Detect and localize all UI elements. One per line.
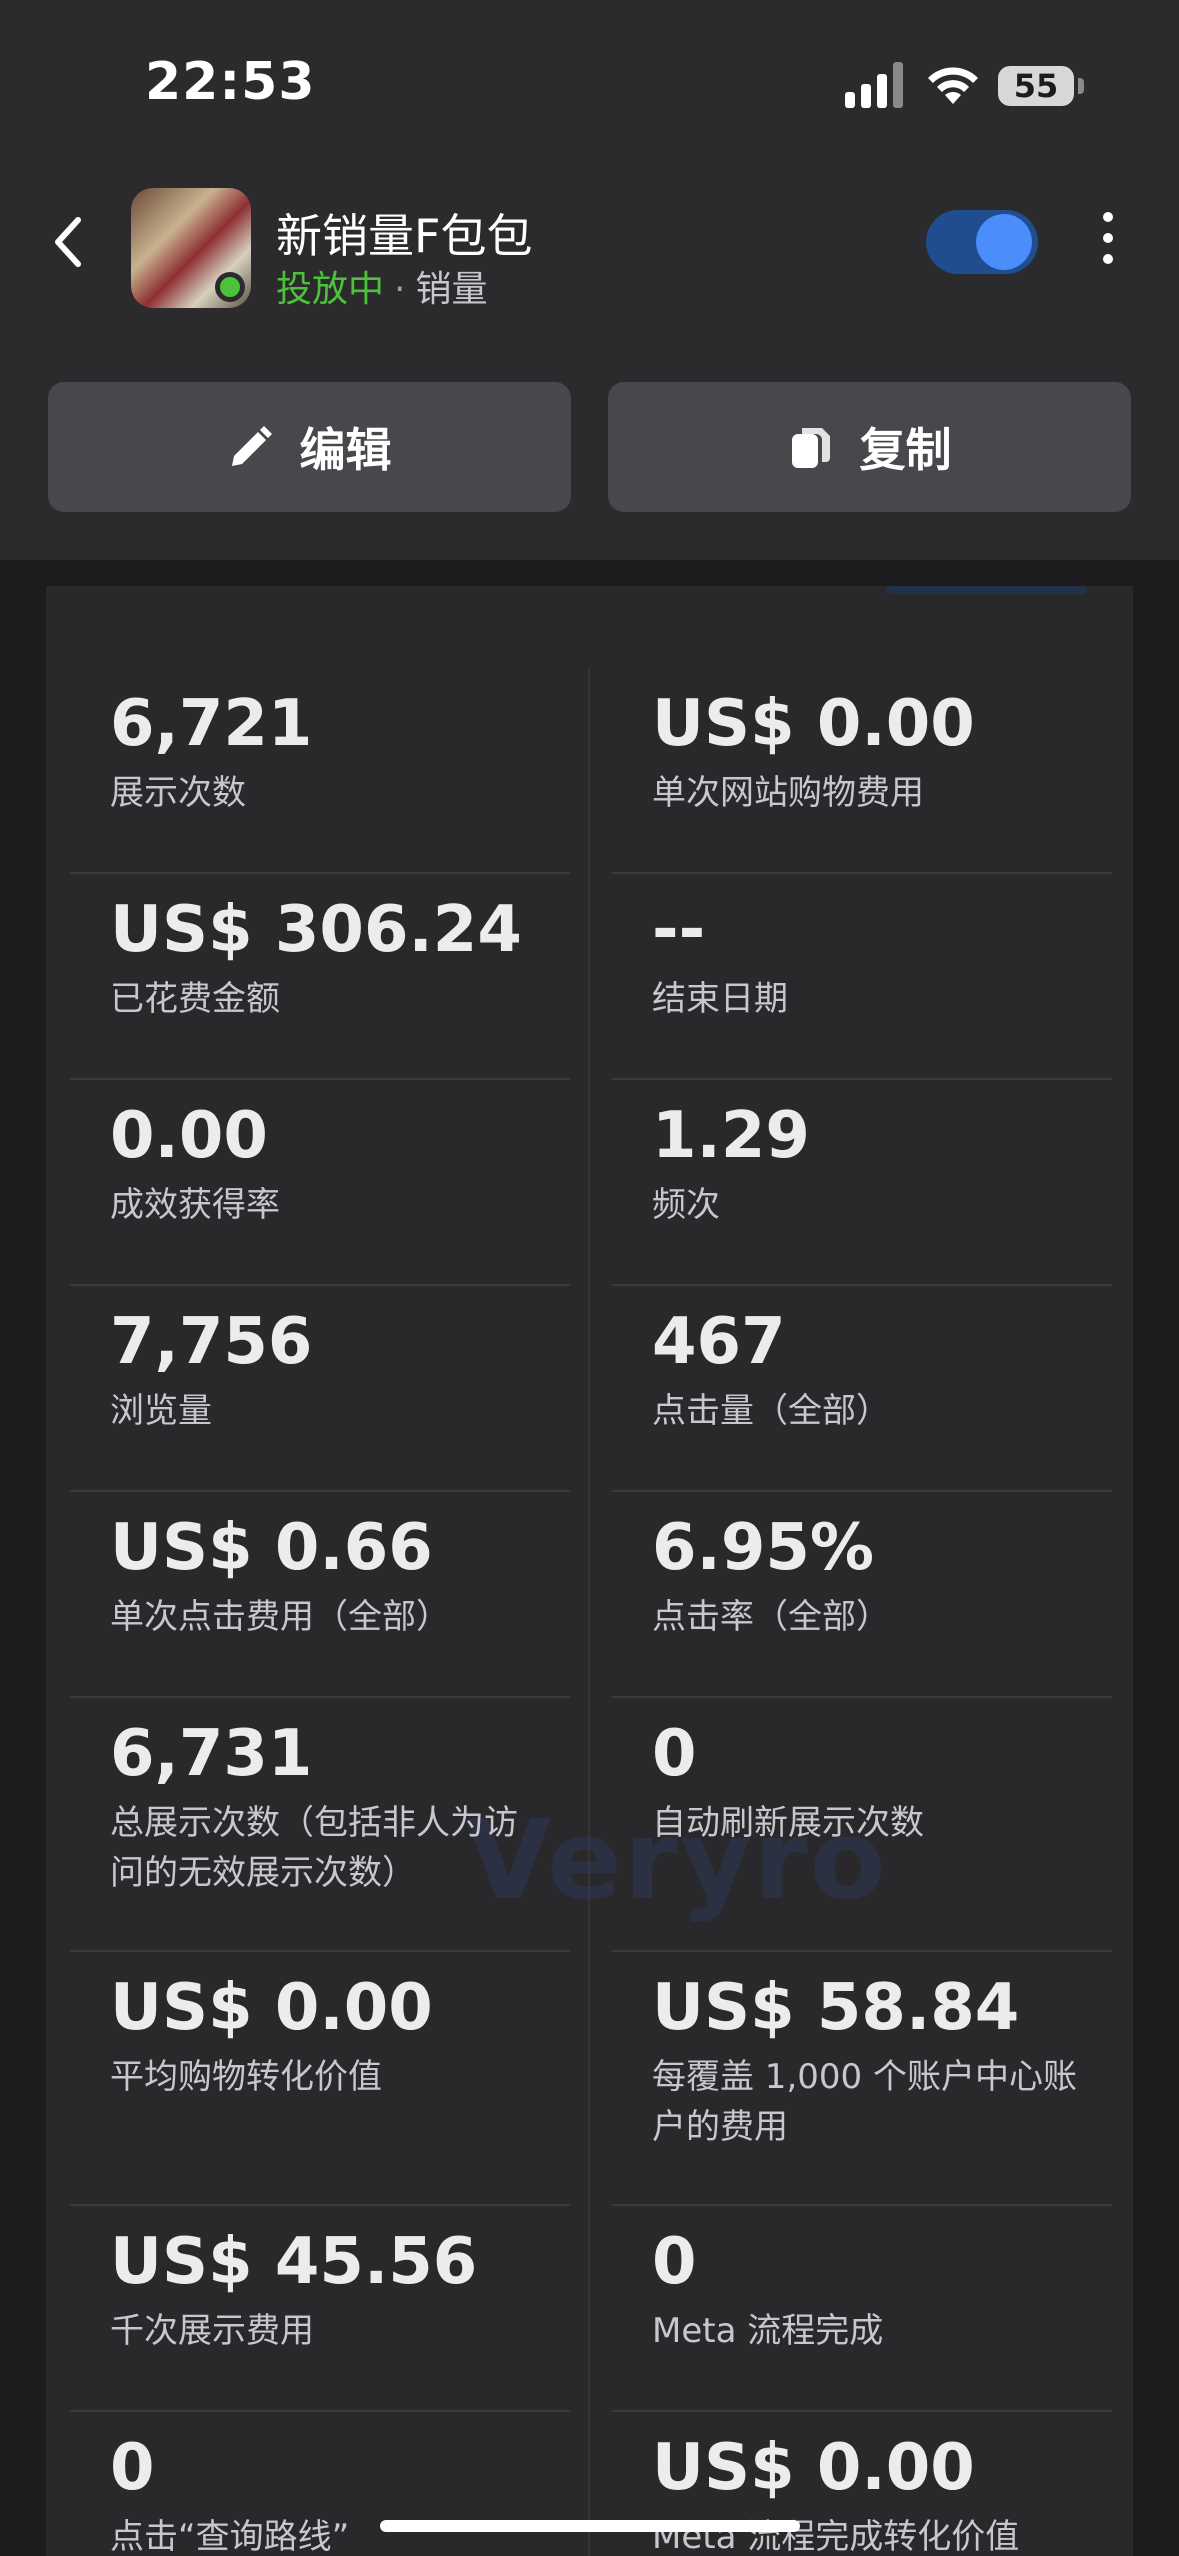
status-bar: 22:53 55 xyxy=(0,0,1179,160)
metric-value: 0 xyxy=(110,2431,155,2505)
metric-label: Meta 流程完成转化价值 xyxy=(652,2517,1020,2556)
edit-button-label: 编辑 xyxy=(299,423,392,477)
delivery-status: 投放中 xyxy=(276,269,385,310)
section-divider xyxy=(0,560,1179,586)
metric-label: 频次 xyxy=(652,1185,720,1225)
metric-left-8: US$ 45.56 千次展示费用 xyxy=(110,2224,550,2356)
metric-value: 0.00 xyxy=(110,1099,268,1173)
metric-right-9: US$ 0.00 Meta 流程完成转化价值 xyxy=(652,2430,1092,2556)
metric-value: 1.29 xyxy=(652,1099,810,1173)
copy-button-label: 复制 xyxy=(859,423,952,477)
metric-value: US$ 0.66 xyxy=(110,1511,433,1585)
column-separator xyxy=(588,668,590,2556)
cellular-signal-icon xyxy=(845,62,903,108)
metric-left-6: 6,731 总展示次数（包括非人为访问的无效展示次数） xyxy=(110,1716,550,1898)
pencil-icon xyxy=(231,426,272,466)
metric-left-4: 7,756 浏览量 xyxy=(110,1304,550,1436)
metric-right-3: 1.29 频次 xyxy=(652,1098,1092,1230)
metric-left-1: 6,721 展示次数 xyxy=(110,686,550,818)
metric-row-divider xyxy=(612,1078,1112,1080)
metric-value: US$ 0.00 xyxy=(110,1971,433,2045)
metric-label: Meta 流程完成 xyxy=(652,2311,884,2351)
battery-tip xyxy=(1078,78,1084,94)
metric-label: 结束日期 xyxy=(652,979,788,1019)
metric-row-divider xyxy=(612,2410,1112,2412)
campaign-subtitle: 投放中 · 销量 xyxy=(276,260,487,312)
home-indicator[interactable] xyxy=(380,2520,800,2532)
status-time: 22:53 xyxy=(145,52,316,112)
metric-value: 0 xyxy=(652,2225,697,2299)
metric-label: 单次网站购物费用 xyxy=(652,773,924,813)
metric-left-7: US$ 0.00 平均购物转化价值 xyxy=(110,1970,550,2102)
metric-row-divider xyxy=(612,872,1112,874)
metric-label: 点击量（全部） xyxy=(652,1391,890,1431)
metric-value: US$ 58.84 xyxy=(652,1971,1020,2045)
metric-row-divider xyxy=(70,2410,570,2412)
metric-label: 成效获得率 xyxy=(110,1185,280,1225)
metric-label: 千次展示费用 xyxy=(110,2311,314,2351)
metric-value: 0 xyxy=(652,1717,697,1791)
campaign-active-toggle[interactable] xyxy=(926,210,1038,274)
campaign-objective: 销量 xyxy=(415,269,488,310)
edit-button[interactable]: 编辑 xyxy=(48,382,571,512)
metric-right-8: 0 Meta 流程完成 xyxy=(652,2224,1092,2356)
metric-right-7: US$ 58.84 每覆盖 1,000 个账户中心账户的费用 xyxy=(652,1970,1092,2152)
metric-label: 点击率（全部） xyxy=(652,1597,890,1637)
metric-value: US$ 0.00 xyxy=(652,687,975,761)
metric-label: 展示次数 xyxy=(110,773,246,813)
metric-label: 浏览量 xyxy=(110,1391,212,1431)
copy-icon xyxy=(791,428,830,468)
metric-label: 点击“查询路线” xyxy=(110,2517,350,2556)
active-status-dot xyxy=(215,272,245,302)
metric-row-divider xyxy=(612,1696,1112,1698)
metrics-card: Veryro 6,721 展示次数 US$ 306.24 已花费金额 0.00 成效获得率… xyxy=(46,586,1133,2556)
metric-right-5: 6.95% 点击率（全部） xyxy=(652,1510,1092,1642)
metric-row-divider xyxy=(70,1284,570,1286)
metric-value: -- xyxy=(652,893,706,967)
metric-value: US$ 0.00 xyxy=(652,2431,975,2505)
metric-label: 已花费金额 xyxy=(110,979,280,1019)
metric-row-divider xyxy=(612,1950,1112,1952)
metric-row-divider xyxy=(70,2204,570,2206)
subtitle-separator: · xyxy=(394,269,406,310)
metric-label: 单次点击费用（全部） xyxy=(110,1597,450,1637)
metric-value: 6,731 xyxy=(110,1717,313,1791)
metric-value: 6.95% xyxy=(652,1511,875,1585)
metric-label: 平均购物转化价值 xyxy=(110,2057,382,2097)
metric-right-6: 0 自动刷新展示次数 xyxy=(652,1716,1092,1848)
metric-left-3: 0.00 成效获得率 xyxy=(110,1098,550,1230)
metric-left-5: US$ 0.66 单次点击费用（全部） xyxy=(110,1510,550,1642)
metric-label: 每覆盖 1,000 个账户中心账户的费用 xyxy=(652,2057,1077,2147)
metric-row-divider xyxy=(70,1078,570,1080)
metric-value: 7,756 xyxy=(110,1305,313,1379)
metric-row-divider xyxy=(612,2204,1112,2206)
battery-indicator: 55 xyxy=(998,66,1074,106)
more-options-icon[interactable] xyxy=(1100,212,1116,272)
metric-value: US$ 306.24 xyxy=(110,893,522,967)
metric-row-divider xyxy=(70,1950,570,1952)
metric-row-divider xyxy=(70,1490,570,1492)
campaign-header: 新销量F包包 投放中 · 销量 编辑 复制 xyxy=(0,160,1179,560)
metric-right-4: 467 点击量（全部） xyxy=(652,1304,1092,1436)
metric-row-divider xyxy=(70,872,570,874)
metric-left-2: US$ 306.24 已花费金额 xyxy=(110,892,550,1024)
scroll-hint xyxy=(886,586,1086,594)
metric-value: 467 xyxy=(652,1305,786,1379)
metric-row-divider xyxy=(612,1284,1112,1286)
metric-value: 6,721 xyxy=(110,687,313,761)
back-chevron-icon[interactable] xyxy=(48,212,88,272)
wifi-icon xyxy=(928,67,978,104)
metric-left-9: 0 点击“查询路线” xyxy=(110,2430,550,2556)
metric-right-2: -- 结束日期 xyxy=(652,892,1092,1024)
metric-row-divider xyxy=(70,1696,570,1698)
campaign-title: 新销量F包包 xyxy=(276,209,533,263)
metric-row-divider xyxy=(612,1490,1112,1492)
metric-value: US$ 45.56 xyxy=(110,2225,478,2299)
metric-right-1: US$ 0.00 单次网站购物费用 xyxy=(652,686,1092,818)
toggle-knob xyxy=(976,214,1032,270)
metric-label: 总展示次数（包括非人为访问的无效展示次数） xyxy=(110,1803,518,1893)
copy-button[interactable]: 复制 xyxy=(608,382,1131,512)
metric-label: 自动刷新展示次数 xyxy=(652,1803,924,1843)
